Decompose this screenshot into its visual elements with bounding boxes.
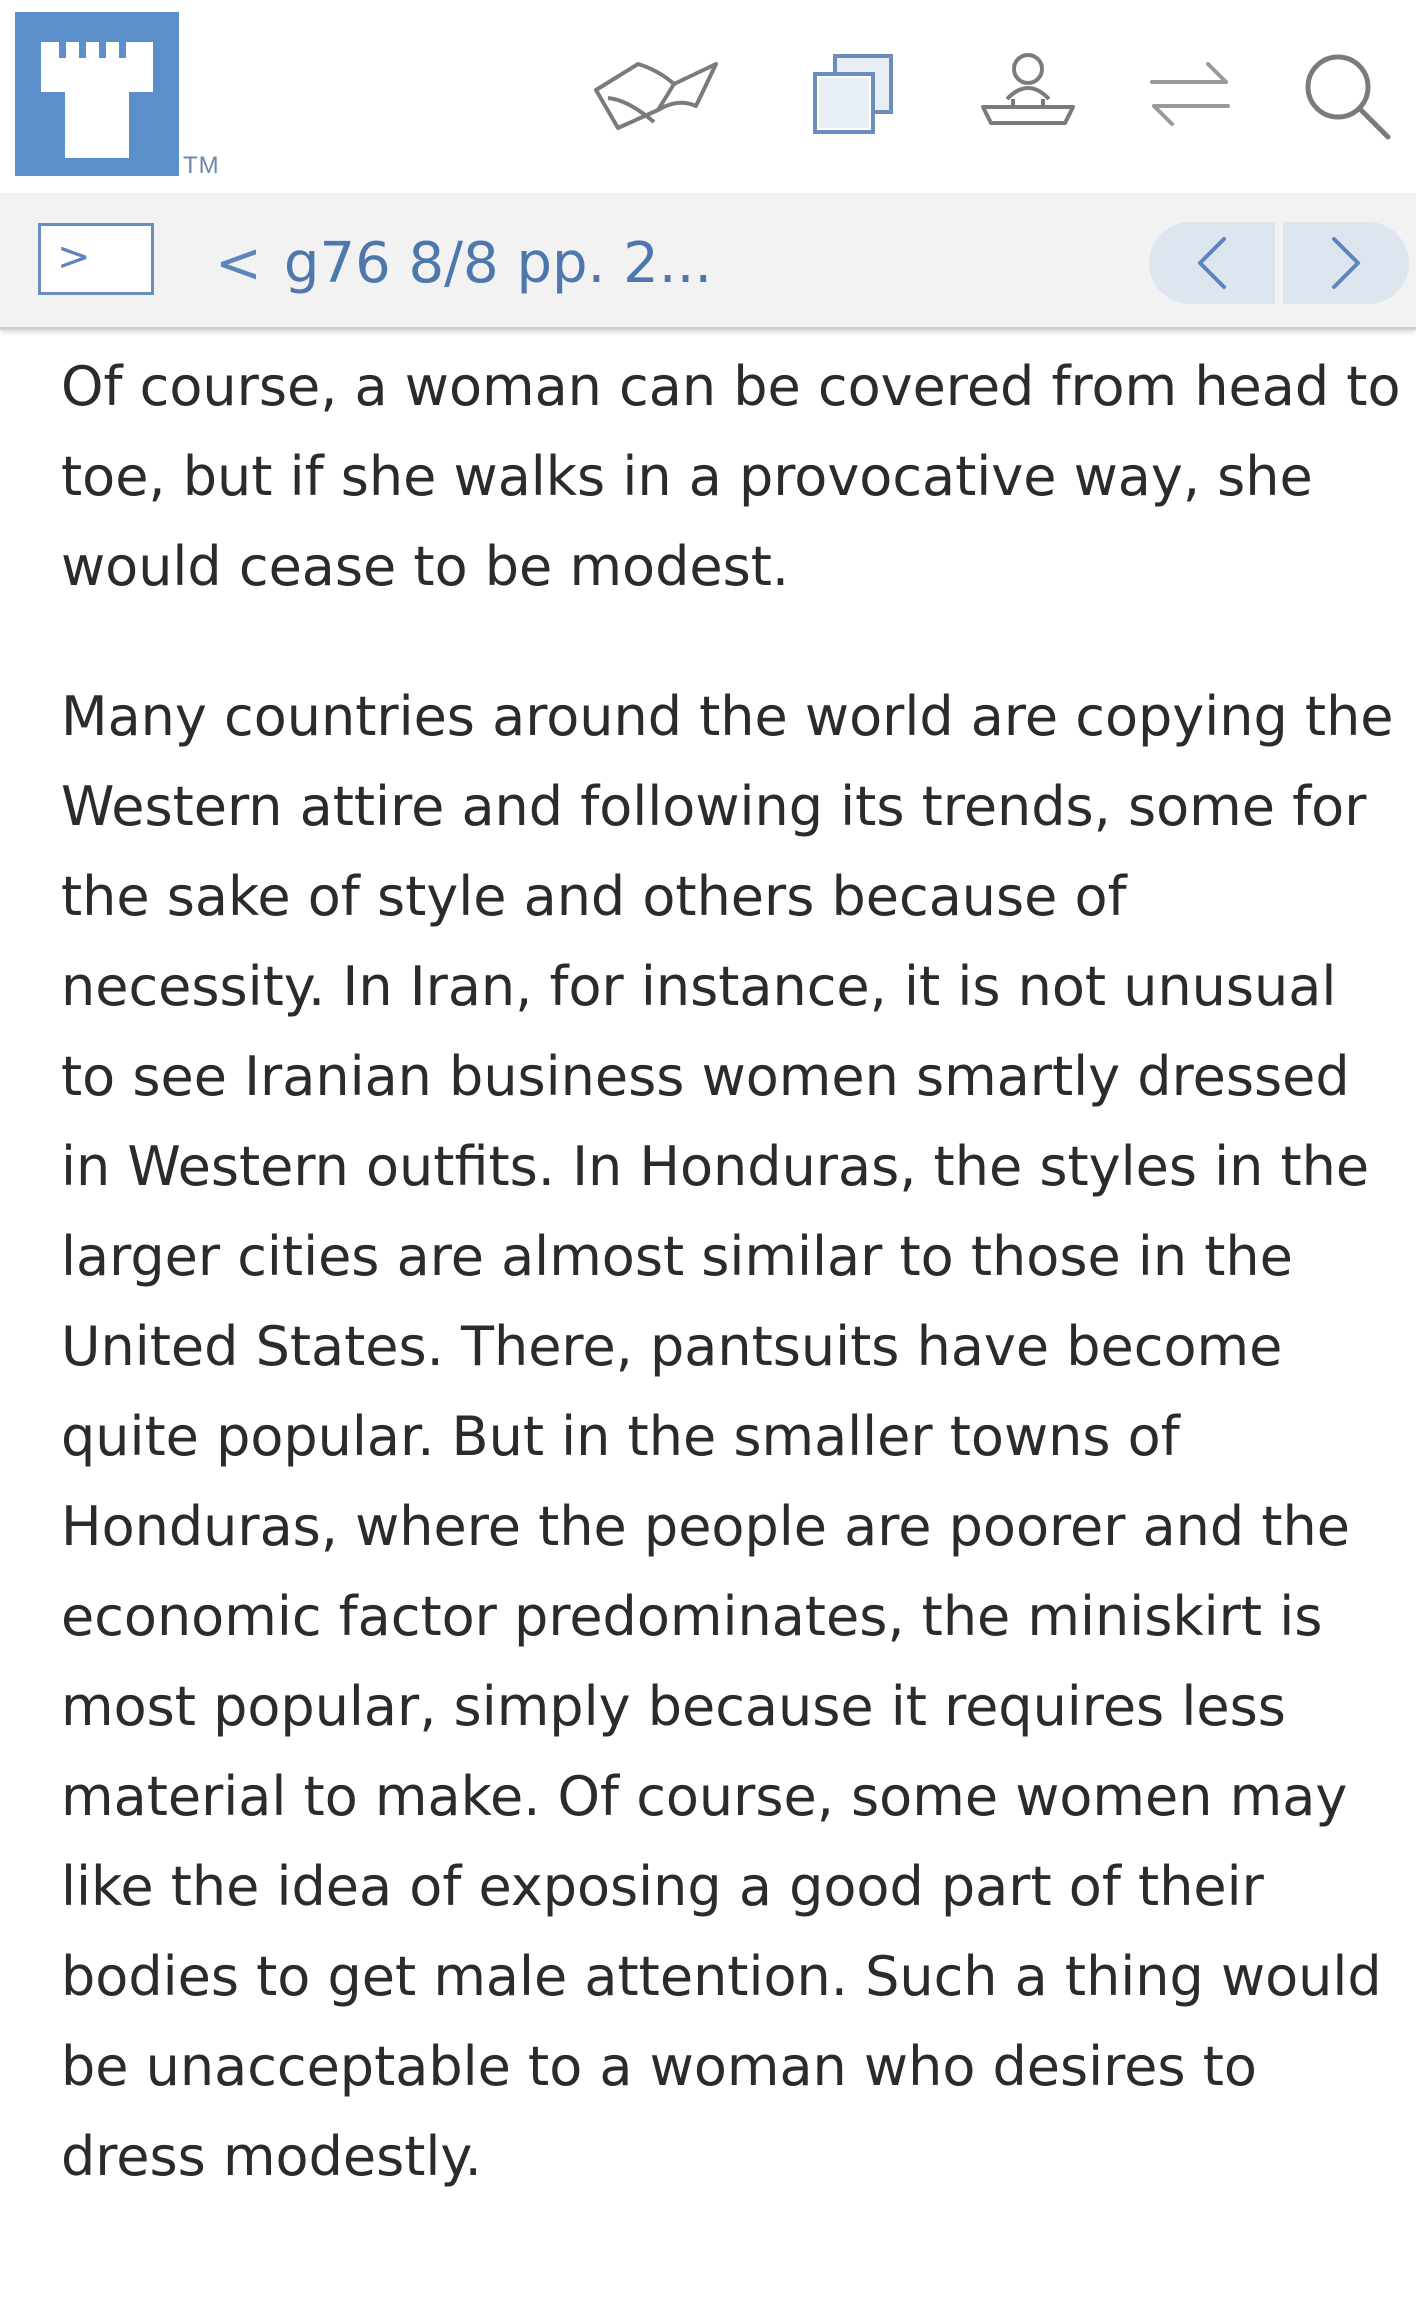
person-icon[interactable]	[958, 40, 1098, 150]
logo-tower-icon[interactable]	[15, 12, 179, 176]
copy-icon[interactable]	[782, 40, 922, 150]
top-toolbar: TM	[0, 0, 1416, 190]
swap-arrows-icon[interactable]	[1120, 40, 1260, 150]
sidebar-toggle-button[interactable]: >	[38, 223, 154, 295]
search-icon[interactable]	[1276, 40, 1416, 150]
article-body: Of course, a woman can be covered from h…	[61, 342, 1401, 2202]
chevron-right-icon	[1332, 237, 1360, 289]
breadcrumb[interactable]: < g76 8/8 pp. 2...	[215, 228, 712, 298]
trademark-label: TM	[183, 152, 220, 179]
next-page-button[interactable]	[1283, 222, 1409, 304]
previous-page-button[interactable]	[1149, 222, 1275, 304]
book-icon[interactable]	[588, 40, 728, 150]
paragraph: Many countries around the world are copy…	[61, 685, 1394, 2188]
breadcrumb-label: g76 8/8 pp. 2...	[283, 230, 713, 296]
paragraph: Of course, a woman can be covered from h…	[61, 355, 1401, 598]
chevron-left-icon	[1198, 237, 1226, 289]
chevron-left-icon: <	[215, 230, 262, 296]
